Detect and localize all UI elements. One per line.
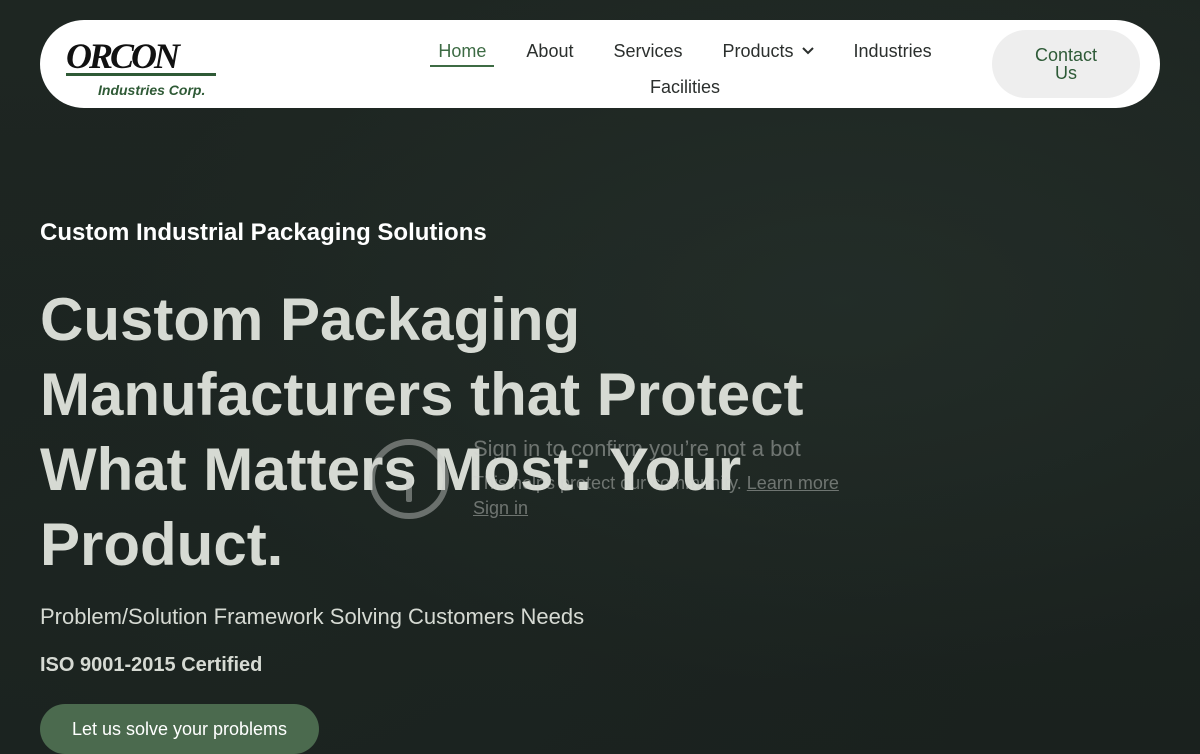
hero-subheading: Problem/Solution Framework Solving Custo… — [40, 604, 585, 629]
nav-products-label: Products — [722, 41, 794, 61]
hero-headline: Custom Packaging Manufacturers that Prot… — [40, 286, 804, 578]
orcon-logo[interactable]: ORCON Industries Corp. — [64, 34, 216, 98]
logo-main-text: ORCON — [66, 36, 182, 76]
chevron-down-icon[interactable] — [801, 47, 814, 55]
contact-us-button[interactable]: Contact Us — [992, 30, 1140, 98]
nav-services-label: Services — [613, 41, 683, 61]
alert-circle-icon — [369, 439, 449, 519]
main-nav: Home About Services Products Industries … — [410, 36, 960, 102]
logo-graphic: ORCON Industries Corp. — [66, 36, 216, 98]
nav-facilities[interactable]: Facilities — [630, 72, 740, 102]
contact-us-label: Contact Us — [1034, 45, 1098, 83]
hero-eyebrow: Custom Industrial Packaging Solutions — [40, 219, 487, 246]
logo-sub-text: Industries Corp. — [98, 82, 205, 98]
cta-button[interactable]: Let us solve your problems — [40, 704, 319, 754]
bot-check-title: Sign in to confirm you’re not a bot — [473, 436, 801, 461]
nav-industries-label: Industries — [853, 41, 932, 61]
nav-about-label: About — [526, 41, 574, 61]
nav-home-label: Home — [438, 41, 487, 61]
nav-industries[interactable]: Industries — [834, 36, 952, 66]
iso-certification: ISO 9001-2015 Certified — [40, 654, 263, 676]
header-navbar: ORCON Industries Corp. Home About Servic… — [40, 20, 1160, 108]
bot-check-description: This helps protect our community. — [473, 473, 742, 493]
bot-check-text: This helps protect our community. Learn … — [473, 473, 839, 494]
nav-products[interactable]: Products — [703, 36, 834, 66]
learn-more-link[interactable]: Learn more — [747, 473, 839, 493]
bot-check-overlay: Sign in to confirm you’re not a bot This… — [368, 436, 848, 536]
nav-home[interactable]: Home — [418, 36, 506, 67]
nav-about[interactable]: About — [506, 36, 593, 66]
nav-facilities-label: Facilities — [649, 77, 720, 97]
nav-services[interactable]: Services — [593, 36, 702, 66]
sign-in-link[interactable]: Sign in — [473, 498, 528, 519]
